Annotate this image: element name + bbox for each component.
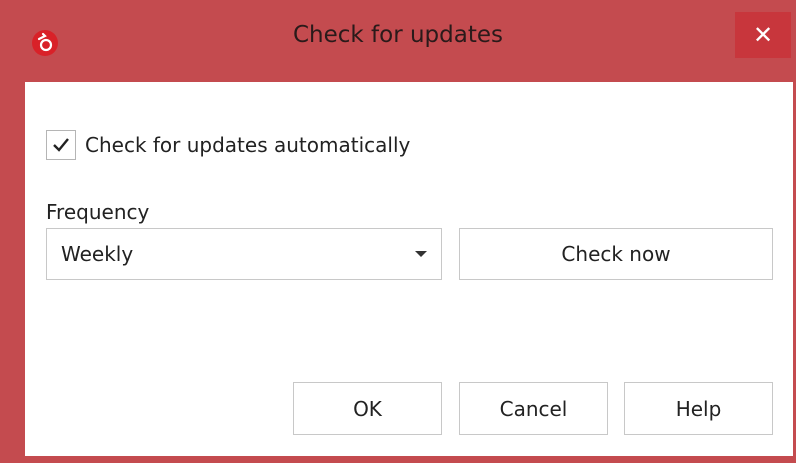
dialog-window: Check for updates ✕ Check for updates au…	[0, 0, 796, 463]
chevron-down-icon	[415, 251, 427, 257]
checkmark-icon	[53, 138, 69, 152]
title-bar: Check for updates ✕	[0, 0, 796, 82]
ok-button[interactable]: OK	[293, 382, 442, 435]
close-button[interactable]: ✕	[735, 12, 791, 58]
auto-check-option[interactable]: Check for updates automatically	[46, 130, 410, 160]
dialog-content: Check for updates automatically Frequenc…	[25, 82, 793, 456]
cancel-button[interactable]: Cancel	[459, 382, 608, 435]
check-now-button[interactable]: Check now	[459, 228, 773, 280]
frequency-label: Frequency	[46, 200, 150, 224]
help-button[interactable]: Help	[624, 382, 773, 435]
dialog-title: Check for updates	[292, 22, 504, 48]
frequency-dropdown[interactable]: Weekly	[46, 228, 442, 280]
close-icon[interactable]: ✕	[753, 21, 773, 49]
frequency-value: Weekly	[61, 242, 134, 266]
auto-check-label: Check for updates automatically	[85, 133, 411, 157]
auto-check-checkbox[interactable]	[46, 130, 76, 160]
